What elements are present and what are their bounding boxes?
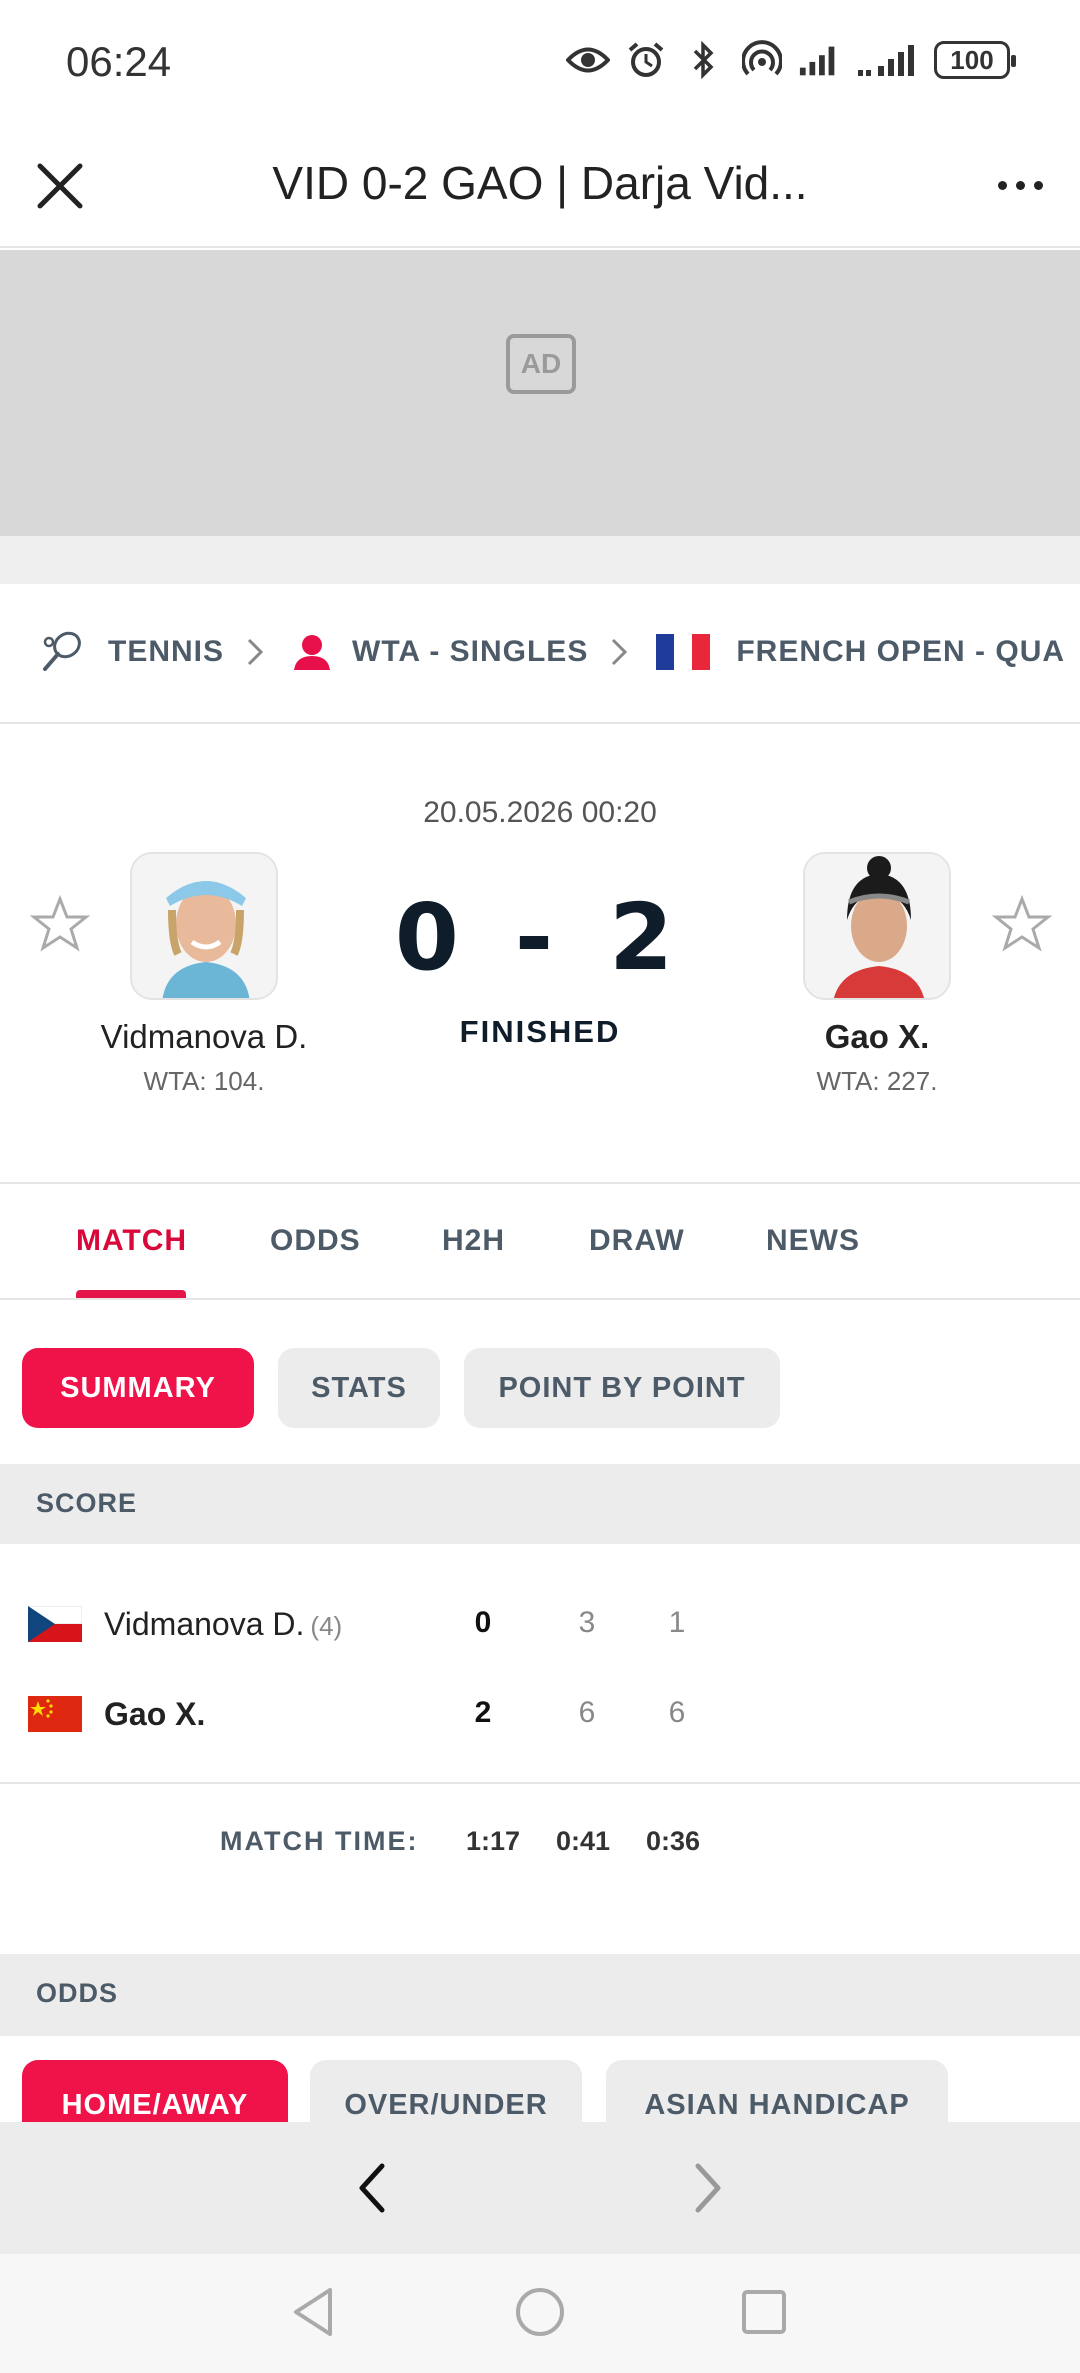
page-title: VID 0-2 GAO | Darja Vid... xyxy=(272,157,808,209)
chevron-right-icon xyxy=(246,632,270,672)
title-bar: VID 0-2 GAO | Darja Vid... xyxy=(0,124,1080,248)
sets-won: 0 xyxy=(474,1606,492,1639)
set1-games: 6 xyxy=(578,1696,596,1729)
match-time-row: MATCH TIME: 1:17 0:41 0:36 xyxy=(0,1784,1080,1954)
more-options-button[interactable] xyxy=(990,160,1050,210)
active-tab-indicator xyxy=(76,1290,186,1298)
status-icons: 100 xyxy=(566,38,1016,82)
triangle-back-icon xyxy=(294,2288,332,2336)
subtab-summary[interactable]: SUMMARY xyxy=(22,1348,254,1428)
player-seed: (4) xyxy=(310,1611,343,1641)
breadcrumb-sport[interactable]: TENNIS xyxy=(108,635,224,669)
dot-icon xyxy=(997,180,1007,190)
chevron-right-icon xyxy=(695,2163,721,2213)
score-table: Vidmanova D. (4) 0 3 1 Gao X. 2 6 6 xyxy=(0,1544,1080,1784)
match-time-set2: 0:36 xyxy=(646,1826,701,1856)
odds-section-header: ODDS xyxy=(0,1954,1080,2036)
away-player-name[interactable]: Gao X. xyxy=(717,1018,1037,1056)
subtab-stats[interactable]: STATS xyxy=(278,1348,440,1428)
match-time-total: 1:17 xyxy=(466,1826,521,1856)
breadcrumb-tournament[interactable]: FRENCH OPEN - QUA xyxy=(736,635,1065,669)
odds-tabs: HOME/AWAY OVER/UNDER ASIAN HANDICAP xyxy=(0,2036,1080,2122)
browser-navigation xyxy=(0,2122,1080,2254)
ad-banner[interactable]: AD xyxy=(0,250,1080,536)
system-home-button[interactable] xyxy=(512,2284,568,2340)
tab-news[interactable]: NEWS xyxy=(766,1224,860,1258)
france-flag-icon xyxy=(656,634,711,670)
status-bar: 06:24 100 xyxy=(0,0,1080,124)
sub-tabs: SUMMARY STATS POINT BY POINT xyxy=(0,1300,1080,1464)
breadcrumb-category[interactable]: WTA - SINGLES xyxy=(352,635,588,669)
alarm-icon xyxy=(624,38,668,82)
home-player-rank: WTA: 104. xyxy=(143,1066,265,1096)
browser-back-button[interactable] xyxy=(350,2158,394,2218)
tennis-racket-icon xyxy=(43,631,81,671)
match-tabs: MATCH ODDS H2H DRAW NEWS xyxy=(0,1184,1080,1300)
browser-forward-button[interactable] xyxy=(686,2158,730,2218)
player-name: Vidmanova D. (4) xyxy=(104,1606,343,1642)
set1-games: 3 xyxy=(578,1606,596,1639)
tab-match[interactable]: MATCH xyxy=(76,1224,187,1258)
favorite-away-button[interactable] xyxy=(991,894,1053,954)
odds-tab-asian-handicap[interactable]: ASIAN HANDICAP xyxy=(606,2060,948,2122)
player-icon xyxy=(294,635,331,670)
odds-tab-over-under[interactable]: OVER/UNDER xyxy=(310,2060,582,2122)
czech-flag-icon xyxy=(28,1606,82,1642)
clock: 06:24 xyxy=(66,38,172,85)
signal-2-icon xyxy=(856,38,920,82)
spacer xyxy=(0,536,1080,584)
system-back-button[interactable] xyxy=(286,2284,342,2340)
section-title: SCORE xyxy=(36,1488,138,1518)
score-row[interactable]: Vidmanova D. (4) 0 3 1 xyxy=(0,1594,1080,1654)
system-recents-button[interactable] xyxy=(736,2284,792,2340)
eye-icon xyxy=(566,38,610,82)
score-row[interactable]: Gao X. 2 6 6 xyxy=(0,1684,1080,1744)
subtab-point-by-point[interactable]: POINT BY POINT xyxy=(464,1348,780,1428)
square-recents-icon xyxy=(742,2290,786,2334)
player-name: Gao X. xyxy=(104,1696,206,1732)
sets-won: 2 xyxy=(474,1696,492,1729)
ad-label: AD xyxy=(506,334,576,394)
set2-games: 1 xyxy=(668,1606,686,1639)
star-icon xyxy=(991,894,1053,952)
match-time-label: MATCH TIME: xyxy=(220,1826,419,1856)
set2-games: 6 xyxy=(668,1696,686,1729)
match-header: 20.05.2026 00:20 Vidmanova D. WTA: 104. … xyxy=(0,724,1080,1184)
tab-draw[interactable]: DRAW xyxy=(589,1224,685,1258)
odds-tab-home-away[interactable]: HOME/AWAY xyxy=(22,2060,288,2122)
system-navigation-bar xyxy=(0,2254,1080,2373)
away-player-rank: WTA: 227. xyxy=(816,1066,938,1096)
dot-icon xyxy=(1015,180,1025,190)
battery-indicator: 100 xyxy=(934,41,1016,79)
score-section-header: SCORE xyxy=(0,1464,1080,1544)
tab-odds[interactable]: ODDS xyxy=(270,1224,361,1258)
hotspot-icon xyxy=(740,38,784,82)
chevron-right-icon xyxy=(610,632,634,672)
player-photo xyxy=(805,854,949,998)
breadcrumb: TENNIS WTA - SINGLES FRENCH OPEN - QUA xyxy=(0,584,1080,724)
signal-icon xyxy=(798,38,842,82)
china-flag-icon xyxy=(28,1696,82,1732)
bluetooth-icon xyxy=(682,38,726,82)
dot-icon xyxy=(1033,180,1043,190)
section-title: ODDS xyxy=(36,1978,119,2008)
match-time-set1: 0:41 xyxy=(556,1826,611,1856)
match-datetime: 20.05.2026 00:20 xyxy=(423,796,657,829)
tab-h2h[interactable]: H2H xyxy=(442,1224,505,1258)
chevron-left-icon xyxy=(359,2163,385,2213)
away-player-avatar[interactable] xyxy=(803,852,951,1000)
circle-home-icon xyxy=(516,2288,564,2336)
